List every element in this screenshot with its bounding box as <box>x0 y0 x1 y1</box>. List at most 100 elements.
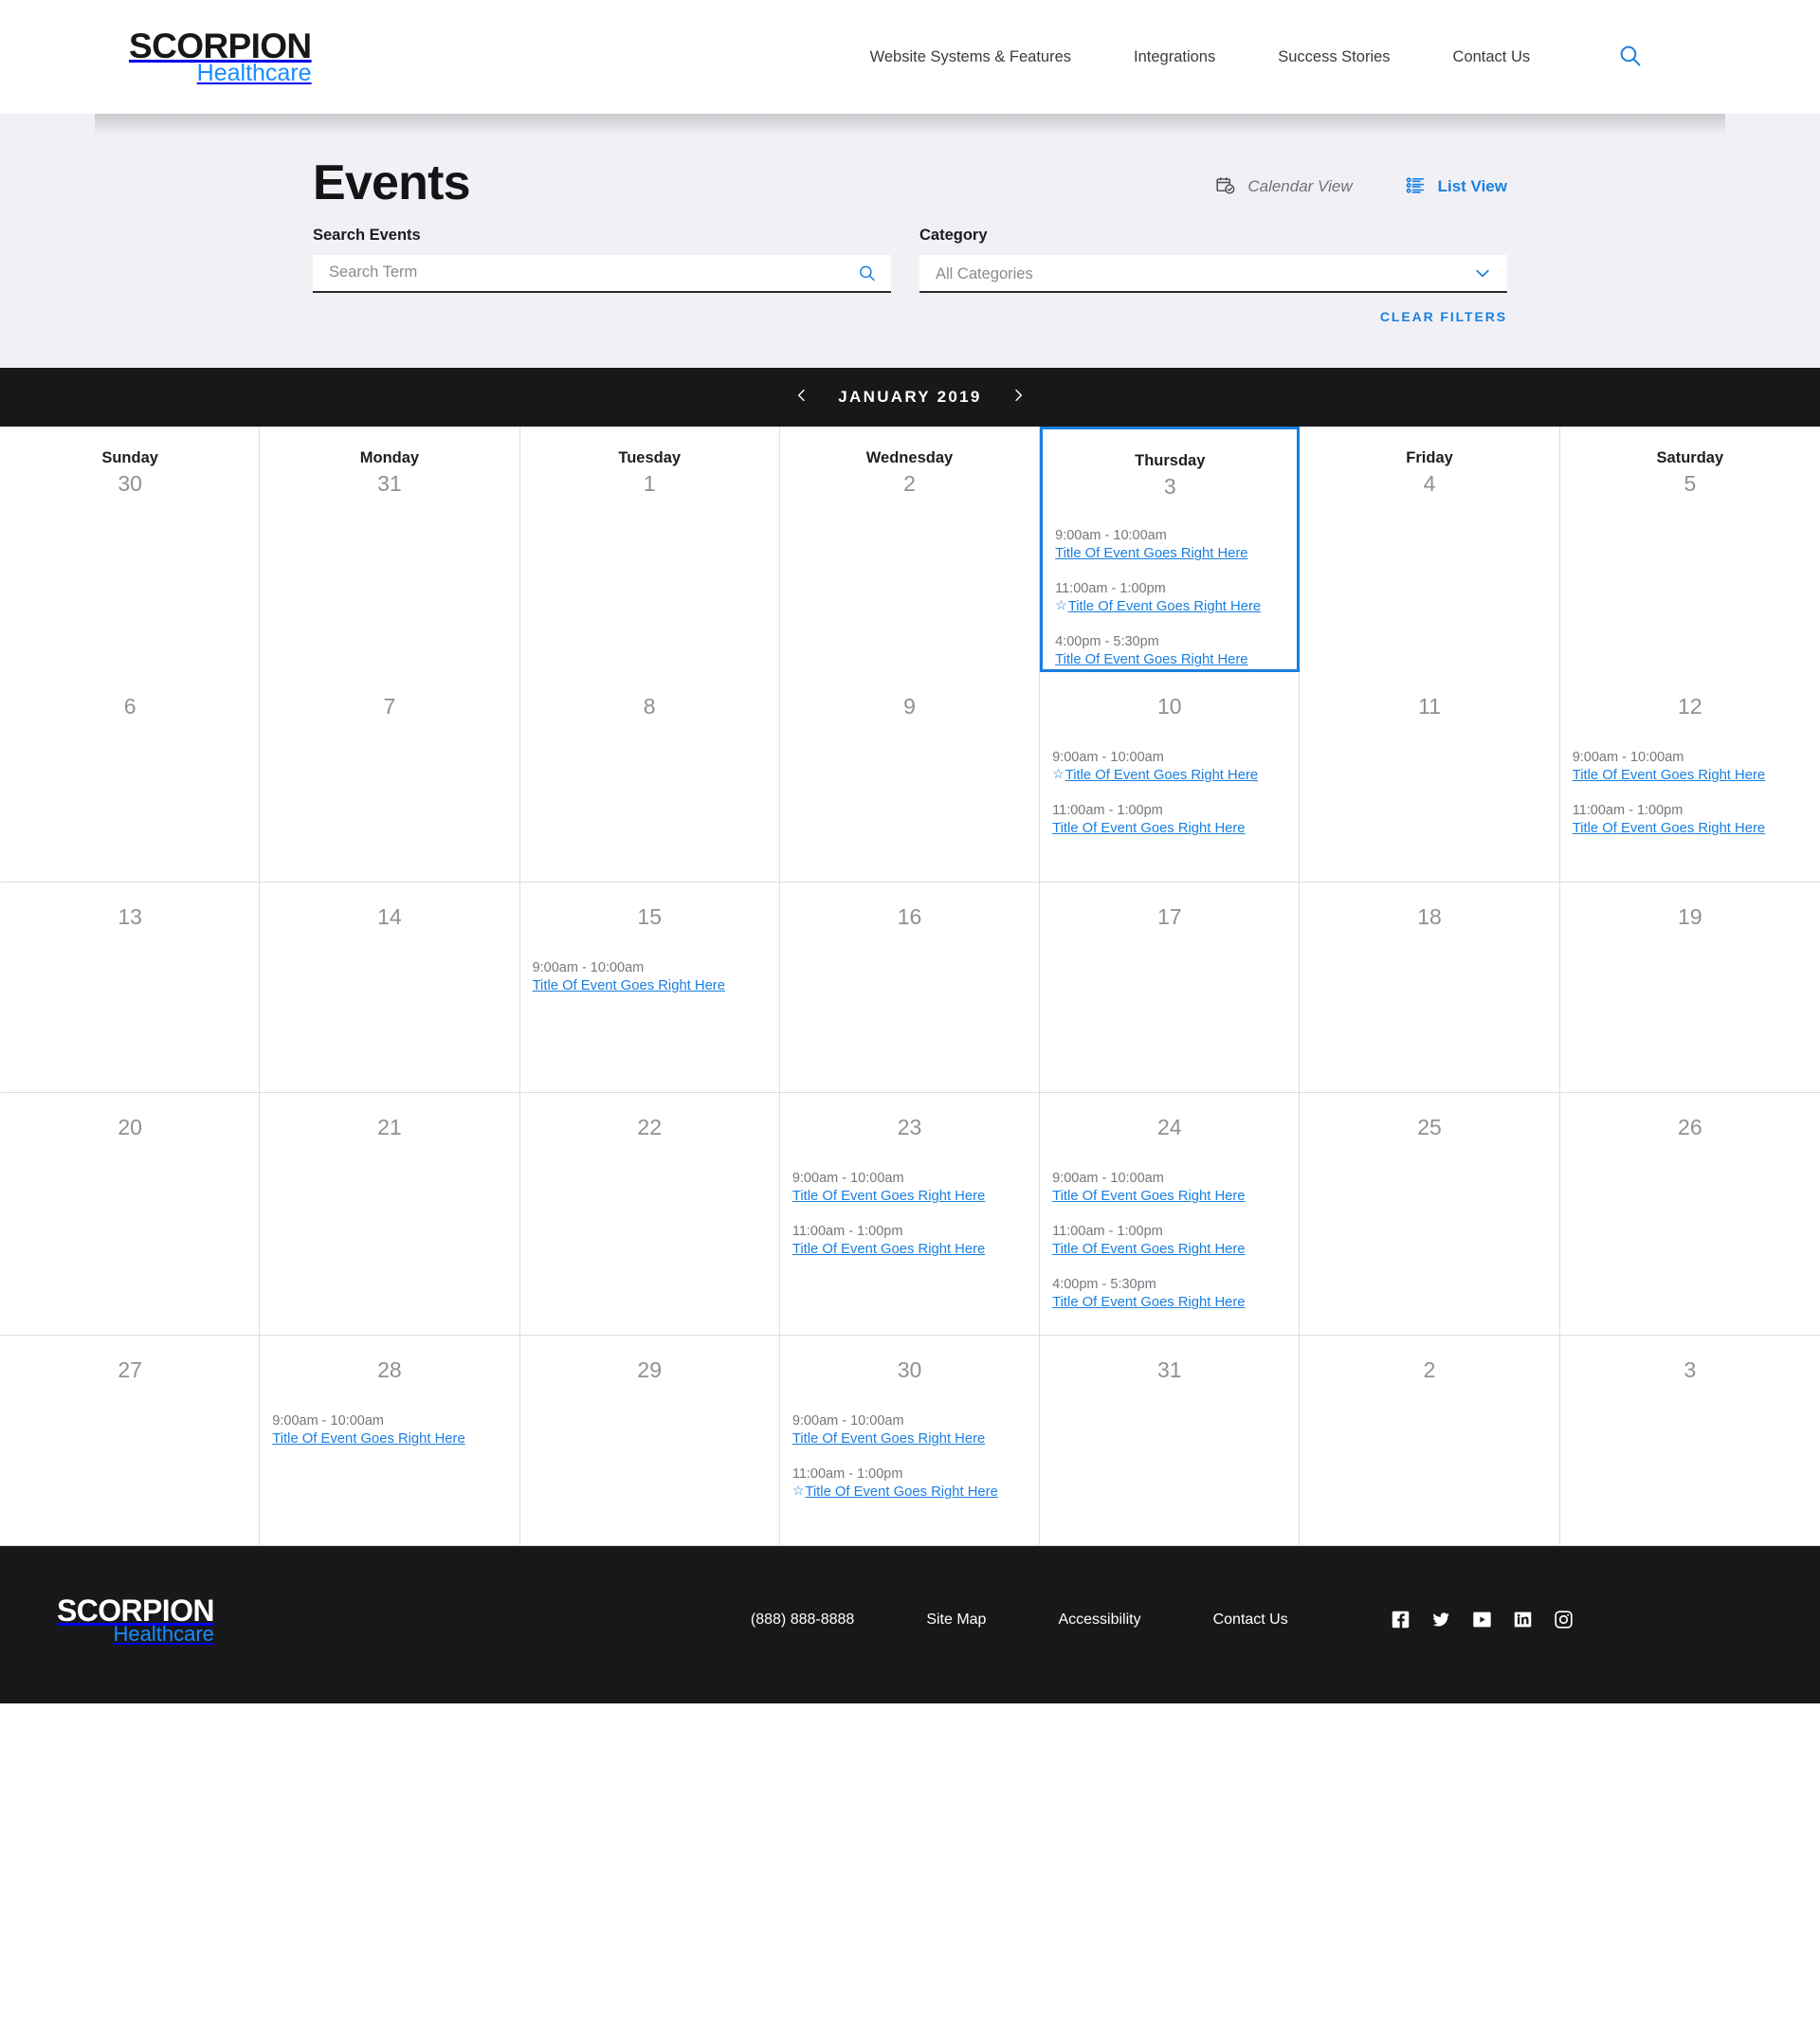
event-title-link[interactable]: Title Of Event Goes Right Here <box>805 1484 997 1500</box>
footer-link-site-map[interactable]: Site Map <box>926 1611 986 1629</box>
calendar-day-cell[interactable]: 25 <box>1300 1092 1560 1336</box>
nav-item-integrations[interactable]: Integrations <box>1102 48 1247 66</box>
linkedin-icon[interactable] <box>1513 1610 1533 1629</box>
calendar-day-cell[interactable]: 28 9:00am - 10:00am Title Of Event Goes Ri… <box>260 1335 520 1546</box>
nav-item-contact-us[interactable]: Contact Us <box>1422 48 1562 66</box>
logo-wordmark: SCORPION <box>129 27 312 65</box>
calendar-day-cell[interactable]: 21 <box>260 1092 520 1336</box>
event-title-line: Title Of Event Goes Right Here <box>1573 819 1808 838</box>
nav-item-success-stories[interactable]: Success Stories <box>1247 48 1421 66</box>
category-field-wrap[interactable]: All Categories <box>919 254 1507 293</box>
next-month-button[interactable] <box>986 386 1050 408</box>
calendar-day-cell[interactable]: 23 9:00am - 10:00am Title Of Event Goes Ri… <box>779 1092 1041 1336</box>
calendar-day-cell[interactable]: 15 9:00am - 10:00am Title Of Event Goes Ri… <box>519 882 780 1093</box>
calendar-daynum: 2 <box>903 470 916 496</box>
event-title-link[interactable]: Title Of Event Goes Right Here <box>1052 1295 1245 1310</box>
month-navigation-bar: JANUARY 2019 <box>0 367 1820 427</box>
calendar-day-cell[interactable]: Sunday 30 <box>0 426 261 672</box>
calendar-day-cell[interactable]: Tuesday 1 <box>519 426 780 672</box>
header-logo[interactable]: SCORPION Healthcare <box>129 28 312 85</box>
prev-month-button[interactable] <box>770 386 834 408</box>
footer-social-links <box>1391 1610 1574 1629</box>
event-title-link[interactable]: Title Of Event Goes Right Here <box>1068 599 1261 614</box>
calendar-day-cell[interactable]: 7 <box>260 671 520 883</box>
event-title-link[interactable]: Title Of Event Goes Right Here <box>792 1242 985 1257</box>
calendar-day-cell[interactable]: 30 9:00am - 10:00am Title Of Event Goes Ri… <box>779 1335 1041 1546</box>
calendar-day-cell[interactable]: 9 <box>779 671 1041 883</box>
calendar-daynum: 10 <box>1156 693 1182 719</box>
event-title-link[interactable]: Title Of Event Goes Right Here <box>533 978 725 993</box>
event-time: 9:00am - 10:00am <box>1052 1170 1164 1186</box>
event-title-line: Title Of Event Goes Right Here <box>792 1240 1027 1259</box>
twitter-icon[interactable] <box>1431 1610 1451 1629</box>
calendar-day-cell[interactable]: 13 <box>0 882 261 1093</box>
event-item: 9:00am - 10:00am Title Of Event Goes Righ… <box>792 1413 1027 1448</box>
calendar-day-cell[interactable]: 12 9:00am - 10:00am Title Of Event Goes Ri… <box>1559 671 1820 883</box>
facebook-icon[interactable] <box>1391 1610 1410 1629</box>
calendar-day-cell[interactable]: 14 <box>260 882 520 1093</box>
calendar-day-cell-selected[interactable]: Thursday 3 9:00am - 10:00am Title Of Event … <box>1040 426 1301 672</box>
calendar-dayname: Wednesday <box>865 448 954 466</box>
event-title-link[interactable]: Title Of Event Goes Right Here <box>1055 652 1247 667</box>
calendar-day-cell[interactable]: 29 <box>519 1335 780 1546</box>
event-item: 11:00am - 1:00pm Title Of Event Goes Righ… <box>792 1224 1027 1259</box>
calendar-dayname: Monday <box>359 448 420 466</box>
header-search-button[interactable] <box>1618 44 1642 70</box>
event-title-link[interactable]: Title Of Event Goes Right Here <box>272 1431 464 1447</box>
event-time: 11:00am - 1:00pm <box>792 1223 903 1239</box>
calendar-day-cell[interactable]: 17 <box>1040 882 1301 1093</box>
month-label: JANUARY 2019 <box>838 387 982 406</box>
footer-link-phone[interactable]: (888) 888-8888 <box>751 1611 854 1629</box>
event-title-link[interactable]: Title Of Event Goes Right Here <box>1055 546 1247 561</box>
search-events-label: Search Events <box>313 226 421 244</box>
calendar-day-cell[interactable]: 19 <box>1559 882 1820 1093</box>
footer-logo[interactable]: SCORPION Healthcare <box>57 1595 214 1645</box>
calendar-day-cell[interactable]: 16 <box>779 882 1041 1093</box>
calendar-day-cell[interactable]: 6 <box>0 671 261 883</box>
calendar-day-cell[interactable]: Wednesday 2 <box>779 426 1041 672</box>
event-title-link[interactable]: Title Of Event Goes Right Here <box>1052 821 1245 836</box>
calendar-day-cell[interactable]: 10 9:00am - 10:00am ☆Title Of Event Goes R… <box>1040 671 1301 883</box>
calendar-week-row: 13 14 15 9:00am - 10:00am Title Of Event Goe… <box>0 882 1820 1093</box>
calendar-day-cell[interactable]: 11 <box>1300 671 1560 883</box>
instagram-icon[interactable] <box>1554 1610 1574 1629</box>
calendar-daynum: 12 <box>1678 693 1702 719</box>
event-title-link[interactable]: Title Of Event Goes Right Here <box>1052 1242 1245 1257</box>
calendar-day-cell[interactable]: 24 9:00am - 10:00am Title Of Event Goes Ri… <box>1040 1092 1301 1336</box>
event-item: 11:00am - 1:00pm Title Of Event Goes Righ… <box>1052 1224 1286 1259</box>
nav-item-website-systems-features[interactable]: Website Systems & Features <box>839 48 1102 66</box>
calendar-day-cell[interactable]: Saturday 5 <box>1559 426 1820 672</box>
event-title-link[interactable]: Title Of Event Goes Right Here <box>1065 768 1258 783</box>
search-input[interactable] <box>313 254 891 291</box>
category-label: Category <box>919 226 988 244</box>
calendar-day-cell[interactable]: 26 <box>1559 1092 1820 1336</box>
calendar-day-cell[interactable]: 20 <box>0 1092 261 1336</box>
search-submit-icon[interactable] <box>858 264 876 282</box>
calendar-day-cell[interactable]: 18 <box>1300 882 1560 1093</box>
footer-link-accessibility[interactable]: Accessibility <box>1058 1611 1140 1629</box>
event-title-link[interactable]: Title Of Event Goes Right Here <box>792 1431 985 1447</box>
calendar-day-cell[interactable]: 8 <box>519 671 780 883</box>
calendar-view-label: Calendar View <box>1247 176 1353 195</box>
event-title-link[interactable]: Title Of Event Goes Right Here <box>792 1189 985 1204</box>
footer-link-contact-us[interactable]: Contact Us <box>1213 1611 1288 1629</box>
event-title-link[interactable]: Title Of Event Goes Right Here <box>1573 821 1765 836</box>
site-header: SCORPION Healthcare Website Systems & Fe… <box>0 0 1820 114</box>
calendar-day-cell[interactable]: Friday 4 <box>1300 426 1560 672</box>
calendar-day-cell[interactable]: Monday 31 <box>260 426 520 672</box>
calendar-day-cell[interactable]: 22 <box>519 1092 780 1336</box>
event-title-link[interactable]: Title Of Event Goes Right Here <box>1052 1189 1245 1204</box>
calendar-daynum: 17 <box>1156 903 1182 929</box>
calendar-day-cell[interactable]: 27 <box>0 1335 261 1546</box>
list-view-toggle[interactable]: List View <box>1406 175 1507 198</box>
calendar-dayname: Friday <box>1406 448 1453 466</box>
calendar-daynum: 30 <box>118 470 142 496</box>
calendar-day-cell[interactable]: 31 <box>1040 1335 1301 1546</box>
clear-filters-button[interactable]: CLEAR FILTERS <box>1380 309 1507 324</box>
calendar-view-toggle[interactable]: Calendar View <box>1215 175 1353 198</box>
event-title-link[interactable]: Title Of Event Goes Right Here <box>1573 768 1765 783</box>
calendar-day-cell[interactable]: 3 <box>1559 1335 1820 1546</box>
calendar-day-cell[interactable]: 2 <box>1300 1335 1560 1546</box>
event-item: 11:00am - 1:00pm Title Of Event Goes Righ… <box>1573 803 1808 838</box>
youtube-icon[interactable] <box>1472 1610 1492 1629</box>
